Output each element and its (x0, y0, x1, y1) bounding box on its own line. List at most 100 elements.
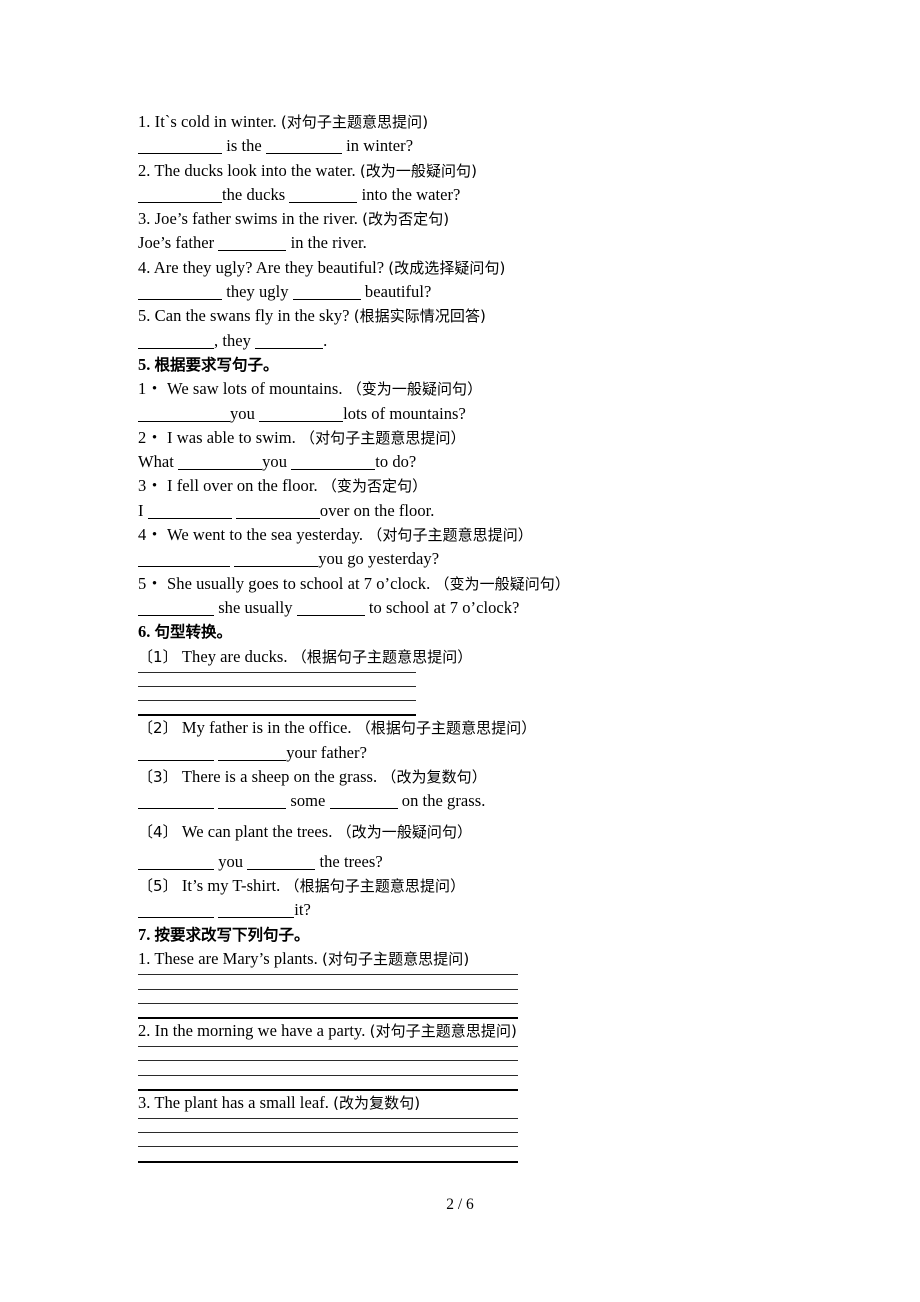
answer-blank[interactable] (329, 795, 398, 810)
answer-fragment: in the river. (290, 233, 367, 253)
question-number: 3. (138, 1092, 151, 1112)
question-number: 〔2〕 (138, 719, 178, 738)
answer-fragment: over on the floor. (319, 500, 435, 520)
question-prompt: 5. Can the swans fly in the sky? (根据实际情况… (138, 304, 818, 328)
answer-writing-lines[interactable] (138, 671, 818, 717)
section-heading-5: 5. 根据要求写句子。 (138, 353, 818, 377)
answer-line: Joe’s father in the river. (138, 231, 818, 255)
question-instruction: （变为一般疑问句） (346, 380, 483, 399)
question-instruction: （变为一般疑问句） (434, 574, 570, 593)
answer-blank[interactable] (218, 795, 287, 810)
question-prompt: 〔3〕 There is a sheep on the grass. （改为复数… (138, 765, 818, 789)
section-heading-6: 6. 句型转换。 (138, 620, 818, 644)
answer-blank[interactable] (138, 286, 222, 301)
answer-blank[interactable] (178, 456, 263, 471)
question-number: 〔3〕 (138, 767, 178, 786)
answer-blank[interactable] (138, 904, 214, 919)
answer-fragment: in winter? (346, 136, 414, 156)
answer-line: they ugly beautiful? (138, 280, 818, 304)
answer-line: your father? (138, 741, 818, 765)
question-instruction: (改成选择疑问句) (388, 258, 506, 277)
answer-blank[interactable] (138, 602, 214, 616)
answer-blank[interactable] (265, 140, 342, 155)
answer-blank[interactable] (255, 335, 324, 349)
answer-prefix: What (138, 452, 174, 472)
question-text: It’s my T-shirt. (181, 876, 281, 896)
answer-blank[interactable] (235, 505, 320, 519)
answer-blank[interactable] (218, 747, 287, 761)
answer-line: you the trees? (138, 850, 818, 874)
question-instruction: （改为一般疑问句） (336, 822, 473, 841)
writing-rule (138, 1060, 518, 1062)
answer-blank[interactable] (138, 335, 214, 349)
question-instruction: (对句子主题意思提问) (321, 950, 470, 969)
answer-fragment: to school at 7 o’clock? (368, 597, 520, 617)
section-title: 句型转换。 (154, 623, 233, 642)
question-text: It`s cold in winter. (154, 112, 277, 131)
answer-fragment: you (218, 851, 244, 871)
answer-line: , they . (138, 329, 818, 353)
question-text: The plant has a small leaf. (154, 1092, 329, 1112)
section-title: 按要求改写下列句子。 (154, 925, 310, 944)
answer-blank[interactable] (259, 408, 344, 422)
answer-fragment: to do? (375, 452, 417, 472)
question-prompt: 3・ I fell over on the floor. （变为否定句） (138, 474, 818, 498)
answer-blank[interactable] (138, 795, 214, 810)
question-instruction: (对句子主题意思提问) (280, 113, 429, 131)
question-number: 5. (138, 306, 151, 326)
answer-blank[interactable] (138, 189, 222, 203)
question-prompt: 〔1〕 They are ducks. （根据句子主题意思提问） (138, 645, 818, 669)
answer-prefix: Joe’s father (138, 233, 215, 253)
answer-blank[interactable] (289, 189, 358, 203)
answer-blank[interactable] (247, 856, 316, 870)
answer-blank[interactable] (147, 505, 232, 519)
answer-blank[interactable] (138, 553, 230, 568)
answer-blank[interactable] (218, 237, 287, 252)
question-number: 4・ (138, 525, 163, 545)
question-prompt: 2・ I was able to swim. （对句子主题意思提问） (138, 426, 818, 450)
answer-writing-lines[interactable] (138, 974, 818, 1019)
question-prompt: 〔2〕 My father is in the office. （根据句子主题意… (138, 716, 818, 740)
question-instruction: (改为否定句) (362, 210, 450, 229)
answer-writing-lines[interactable] (138, 1118, 818, 1163)
question-number: 1・ (138, 379, 163, 399)
answer-blank[interactable] (218, 904, 295, 919)
question-text: They are ducks. (181, 646, 288, 666)
answer-line: What you to do? (138, 450, 818, 474)
answer-blank[interactable] (138, 856, 214, 870)
answer-blank[interactable] (291, 456, 376, 471)
question-text: I fell over on the floor. (167, 476, 318, 496)
question-instruction: (改为复数句) (333, 1093, 421, 1112)
question-text: We went to the sea yesterday. (167, 525, 364, 545)
question-instruction: (改为一般疑问句) (359, 161, 478, 180)
question-text: In the morning we have a party. (154, 1020, 366, 1040)
section-number: 6. (138, 622, 151, 642)
question-number: 2. (138, 160, 151, 180)
answer-writing-lines[interactable] (138, 1046, 818, 1091)
answer-line: she usually to school at 7 o’clock? (138, 596, 818, 620)
writing-rule (138, 1146, 518, 1148)
answer-fragment: your father? (286, 742, 367, 762)
question-number: 3. (138, 209, 151, 229)
answer-blank[interactable] (234, 553, 319, 568)
question-text: I was able to swim. (167, 427, 296, 447)
answer-blank[interactable] (296, 602, 365, 616)
answer-fragment: . (323, 330, 328, 350)
answer-fragment: it? (294, 900, 311, 920)
section-title: 根据要求写句子。 (154, 355, 279, 374)
answer-fragment: they ugly (226, 282, 289, 302)
answer-fragment: the trees? (319, 851, 383, 871)
answer-blank[interactable] (138, 747, 214, 761)
question-number: 〔1〕 (138, 647, 178, 666)
answer-blank[interactable] (138, 140, 222, 155)
answer-blank[interactable] (138, 408, 230, 422)
exercise-group-6: 6. 句型转换。 〔1〕 They are ducks. （根据句子主题意思提问… (138, 620, 818, 923)
answer-fragment: some (290, 791, 326, 811)
question-instruction: （根据句子主题意思提问） (355, 719, 537, 738)
answer-blank[interactable] (292, 286, 361, 301)
question-instruction: （对句子主题意思提问） (367, 526, 533, 545)
exercise-group-4: 1. It`s cold in winter. (对句子主题意思提问) is t… (138, 110, 818, 353)
question-number: 〔5〕 (138, 877, 178, 896)
question-text: The ducks look into the water. (154, 160, 356, 180)
question-text: My father is in the office. (181, 718, 352, 738)
